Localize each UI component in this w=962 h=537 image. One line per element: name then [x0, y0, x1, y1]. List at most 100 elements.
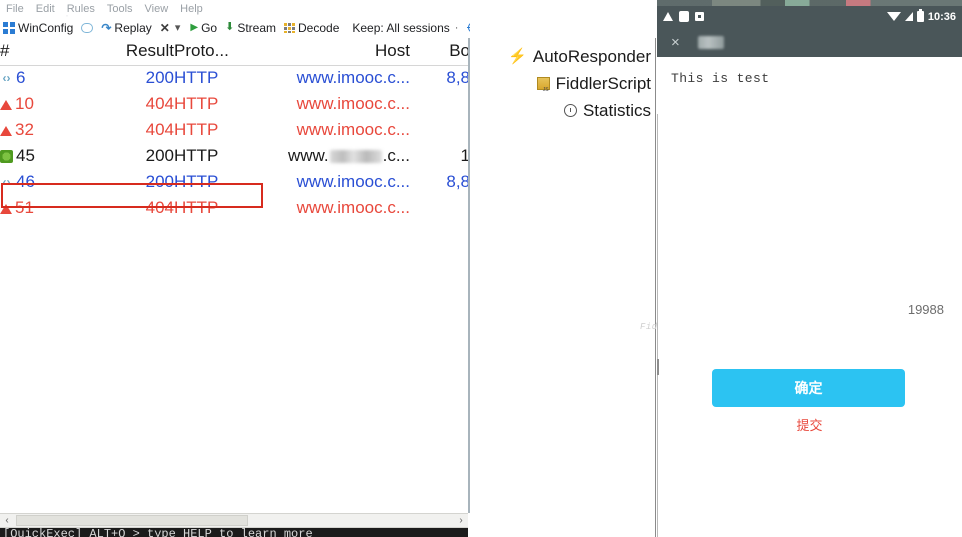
rounded-square-icon	[679, 11, 689, 22]
session-body: 1	[460, 146, 470, 165]
column-header-number[interactable]: #	[0, 38, 92, 66]
warning-triangle-icon	[0, 126, 12, 136]
remove-caret-icon[interactable]: ▾	[173, 21, 183, 34]
scrollbar-thumb[interactable]	[16, 515, 248, 526]
content-scroll-tick	[657, 359, 659, 375]
stream-label: Stream	[237, 20, 276, 35]
column-header-protocol[interactable]: Proto...	[174, 38, 262, 66]
session-number: 32	[15, 120, 34, 139]
session-host: www. .c...	[262, 143, 410, 169]
session-host: www.imooc.c...	[296, 198, 410, 217]
menu-bar: File Edit Rules Tools View Help	[0, 0, 470, 17]
decode-button[interactable]: Decode	[281, 18, 344, 38]
script-js-icon	[536, 77, 550, 90]
confirm-button[interactable]: 确定	[712, 369, 905, 407]
warning-triangle-icon	[0, 204, 12, 214]
session-number: 46	[16, 172, 35, 191]
menu-item-tools[interactable]: Tools	[107, 3, 133, 15]
replay-icon: ↷	[101, 20, 112, 35]
go-label: Go	[201, 20, 218, 35]
table-row[interactable]: 51 404 HTTP www.imooc.c...	[0, 195, 468, 221]
menu-item-view[interactable]: View	[145, 3, 169, 15]
comment-button[interactable]	[78, 18, 98, 38]
session-body: 8,8	[446, 68, 470, 88]
small-square-icon	[695, 12, 704, 21]
status-system-icons: 10:36	[886, 9, 956, 23]
session-number: 51	[15, 198, 34, 217]
column-header-host[interactable]: Host	[262, 38, 410, 66]
menu-item-rules[interactable]: Rules	[67, 3, 95, 15]
session-body	[410, 117, 468, 143]
process-filter-button[interactable]: Any Process	[465, 18, 470, 38]
quickexec-bar[interactable]: [QuickExec] ALT+Q > type HELP to learn m…	[0, 528, 468, 537]
replay-button[interactable]: ↷ Replay	[98, 18, 156, 38]
comment-bubble-icon	[81, 22, 94, 33]
session-body: 8,8	[446, 172, 470, 191]
horizontal-scrollbar[interactable]: ‹ ›	[0, 513, 468, 528]
scroll-left-arrow-icon[interactable]: ‹	[0, 515, 14, 526]
session-table: # Result Proto... Host Bo ‹› 6 200 HTTP …	[0, 38, 470, 221]
html-doc-icon: ‹›	[2, 174, 11, 189]
session-number: 6	[16, 68, 26, 88]
battery-icon	[916, 9, 924, 22]
session-host: www.imooc.c...	[296, 120, 410, 139]
lightning-bolt-icon: ⚡	[508, 48, 527, 65]
host-suffix: .c...	[382, 146, 410, 165]
warning-triangle-icon	[663, 12, 673, 21]
status-bar-time: 10:36	[927, 10, 956, 23]
session-protocol: HTTP	[174, 146, 219, 165]
go-button[interactable]: ▶ Go	[187, 18, 222, 38]
table-row[interactable]: ‹› 46 200 HTTP www.imooc.c... 8,8	[0, 169, 470, 195]
scroll-right-arrow-icon[interactable]: ›	[454, 515, 468, 526]
tab-fiddlerscript[interactable]: FiddlerScript	[472, 70, 655, 97]
tab-fiddlerscript-label: FiddlerScript	[555, 73, 651, 93]
windows-logo-icon	[3, 21, 15, 34]
menu-item-edit[interactable]: Edit	[36, 3, 55, 15]
tab-statistics-label: Statistics	[582, 100, 651, 120]
redacted-host-blur	[329, 150, 382, 163]
column-header-body[interactable]: Bo	[410, 38, 468, 66]
stream-button[interactable]: ⬇ Stream	[222, 18, 281, 38]
session-host: www.imooc.c...	[296, 172, 410, 191]
scrollbar-track[interactable]	[14, 514, 454, 527]
column-header-result[interactable]: Result	[92, 38, 174, 66]
tab-autoresponder[interactable]: ⚡ AutoResponder	[472, 43, 655, 70]
session-result: 404	[145, 94, 174, 113]
winconfig-button[interactable]: WinConfig	[0, 18, 78, 38]
keep-caret-icon[interactable]: ·	[453, 22, 461, 34]
table-row[interactable]: 45 200 HTTP www. .c... 1	[0, 143, 470, 169]
redacted-app-title	[697, 35, 724, 49]
android-app-bar: ×	[657, 27, 962, 57]
session-body	[410, 91, 468, 117]
session-protocol: HTTP	[174, 94, 219, 113]
table-row[interactable]: 32 404 HTTP www.imooc.c...	[0, 117, 468, 143]
menu-item-help[interactable]: Help	[180, 3, 203, 15]
tab-statistics[interactable]: Statistics	[472, 97, 655, 124]
session-number: 45	[16, 146, 35, 165]
content-left-border	[657, 114, 659, 537]
host-prefix: www.	[287, 146, 329, 165]
decode-grid-icon	[284, 22, 295, 33]
session-result: 404	[145, 198, 174, 217]
session-protocol: HTTP	[174, 172, 219, 191]
android-page-content: This is test 19988 确定 提交	[657, 57, 962, 537]
session-table-header: # Result Proto... Host Bo	[0, 38, 468, 66]
replay-label: Replay	[114, 20, 152, 35]
remove-button[interactable]: ✕ ▾	[157, 18, 188, 38]
keep-sessions-dropdown[interactable]: Keep: All sessions ·	[344, 18, 465, 38]
session-list-panel[interactable]: # Result Proto... Host Bo ‹› 6 200 HTTP …	[0, 38, 470, 513]
tab-autoresponder-label: AutoResponder	[532, 46, 651, 66]
submit-link[interactable]: 提交	[657, 415, 962, 434]
fiddler-tab-column: ⚡ AutoResponder FiddlerScript Statistics	[472, 38, 656, 537]
session-result: 200	[145, 146, 174, 165]
keep-sessions-label: Keep: All sessions	[352, 20, 450, 35]
close-x-icon[interactable]: ×	[671, 35, 680, 50]
table-row[interactable]: 10 404 HTTP www.imooc.c...	[0, 91, 468, 117]
decode-label: Decode	[298, 20, 340, 35]
table-row[interactable]: ‹› 6 200 HTTP www.imooc.c... 8,8	[0, 65, 470, 91]
response-body-text: This is test	[671, 71, 770, 86]
menu-item-file[interactable]: File	[6, 3, 24, 15]
html-doc-icon: ‹›	[2, 70, 11, 85]
warning-triangle-icon	[0, 100, 12, 110]
screenshot-root: File Edit Rules Tools View Help imooc Wi…	[0, 0, 962, 537]
